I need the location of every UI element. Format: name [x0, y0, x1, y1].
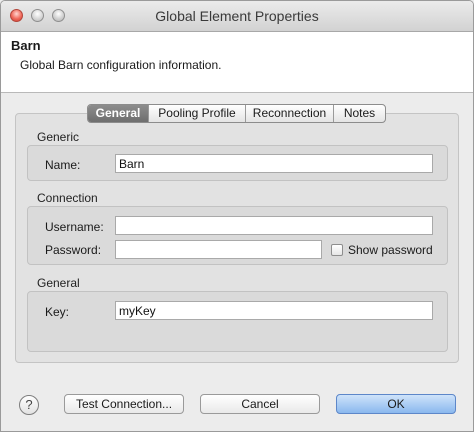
generic-group-label: Generic [37, 130, 80, 144]
username-input[interactable] [115, 216, 433, 235]
header-description: Global Barn configuration information. [20, 58, 222, 72]
password-label: Password: [45, 243, 102, 257]
key-input[interactable] [115, 301, 433, 320]
key-label: Key: [45, 305, 70, 319]
tab-general[interactable]: General [88, 105, 149, 122]
connection-group-label: Connection [37, 191, 98, 205]
test-connection-button[interactable]: Test Connection... [64, 394, 184, 414]
tab-reconnection[interactable]: Reconnection [246, 105, 334, 122]
help-icon[interactable]: ? [19, 395, 39, 415]
tab-pooling-profile[interactable]: Pooling Profile [149, 105, 246, 122]
cancel-button[interactable]: Cancel [200, 394, 320, 414]
tab-bar: General Pooling Profile Reconnection Not… [87, 104, 386, 123]
username-label: Username: [45, 220, 104, 234]
general-group-label: General [37, 276, 80, 290]
show-password-checkbox[interactable] [331, 244, 343, 256]
ok-button[interactable]: OK [336, 394, 456, 414]
title-bar[interactable]: Global Element Properties [1, 1, 473, 32]
name-input[interactable] [115, 154, 433, 173]
tab-notes[interactable]: Notes [334, 105, 385, 122]
show-password-label[interactable]: Show password [348, 243, 433, 257]
name-label: Name: [45, 158, 81, 172]
dialog-window: Global Element Properties Barn Global Ba… [0, 0, 474, 432]
dialog-header: Barn Global Barn configuration informati… [1, 32, 473, 93]
header-title: Barn [11, 38, 41, 53]
window-title: Global Element Properties [155, 8, 319, 24]
password-input[interactable] [115, 240, 322, 259]
